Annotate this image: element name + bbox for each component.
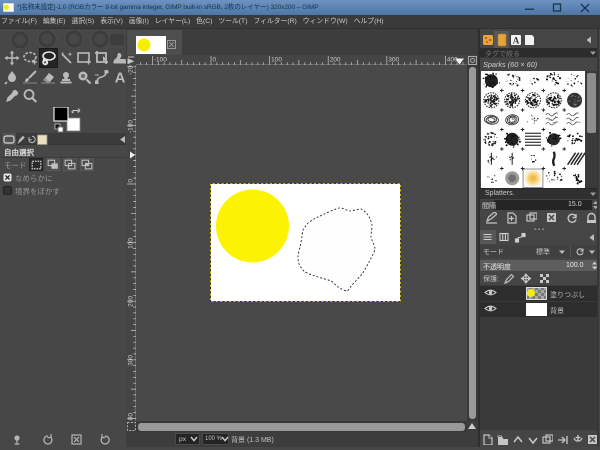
svg-text:-100: -100 [154, 57, 167, 64]
svg-text:100: 100 [271, 57, 282, 64]
svg-text:-100: -100 [128, 120, 135, 133]
svg-text:A: A [513, 36, 520, 46]
svg-text:200: 200 [330, 57, 341, 64]
svg-text:300: 300 [128, 355, 135, 366]
svg-text:-200: -200 [128, 65, 135, 75]
svg-text:100: 100 [128, 238, 135, 249]
svg-text:300: 300 [388, 57, 399, 64]
svg-text:0: 0 [128, 179, 135, 183]
svg-text:200: 200 [128, 296, 135, 307]
svg-text:A: A [115, 70, 126, 86]
svg-text:0: 0 [213, 57, 217, 64]
svg-text:400: 400 [128, 413, 135, 421]
